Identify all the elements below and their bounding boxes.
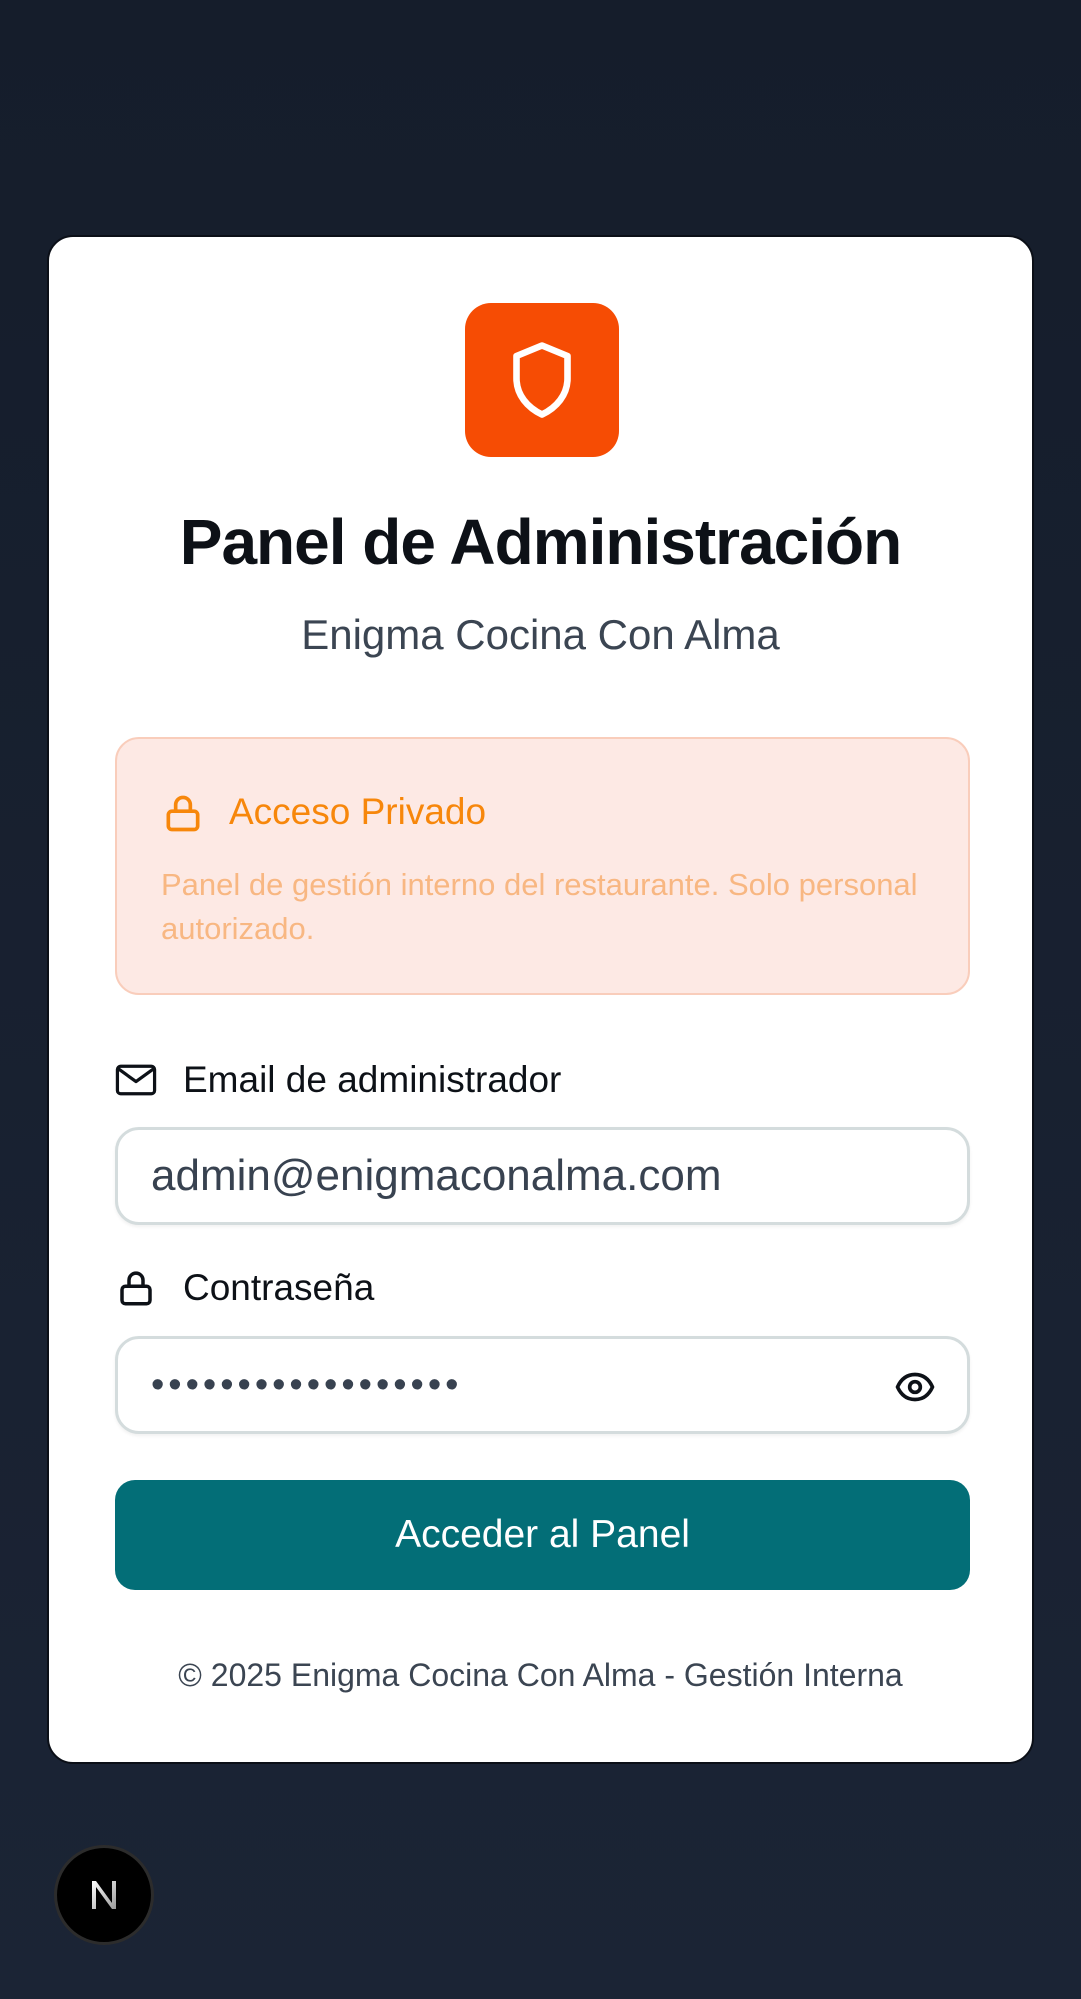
shield-icon — [513, 342, 571, 418]
footer-text: © 2025 Enigma Cocina Con Alma - Gestión … — [178, 1657, 903, 1693]
email-value: admin@enigmaconalma.com — [151, 1151, 722, 1200]
logo-badge — [465, 303, 619, 457]
password-label-row: Contraseña — [115, 1267, 374, 1309]
page-subtitle: Enigma Cocina Con Alma — [301, 611, 780, 658]
mail-icon — [115, 1064, 157, 1096]
submit-button[interactable]: Acceder al Panel — [115, 1480, 970, 1590]
lock-icon — [120, 1271, 152, 1306]
email-label-row: Email de administrador — [115, 1059, 561, 1101]
page-title: Panel de Administración — [179, 506, 902, 578]
private-access-notice: Acceso Privado Panel de gestión interno … — [115, 737, 970, 995]
password-value: •••••••••••••••••• — [151, 1363, 463, 1406]
eye-icon[interactable] — [893, 1367, 937, 1407]
email-label: Email de administrador — [183, 1059, 562, 1100]
notice-title: Acceso Privado — [229, 791, 487, 832]
notice-text: Panel de gestión interno del restaurante… — [161, 867, 918, 946]
password-label: Contraseña — [183, 1267, 375, 1308]
framework-badge[interactable] — [54, 1845, 154, 1945]
login-card: Panel de Administración Enigma Cocina Co… — [47, 235, 1034, 1764]
password-field[interactable]: •••••••••••••••••• — [115, 1336, 970, 1434]
lock-icon — [166, 795, 200, 832]
email-field[interactable]: admin@enigmaconalma.com — [115, 1127, 970, 1225]
n-logo-icon — [92, 1881, 116, 1909]
